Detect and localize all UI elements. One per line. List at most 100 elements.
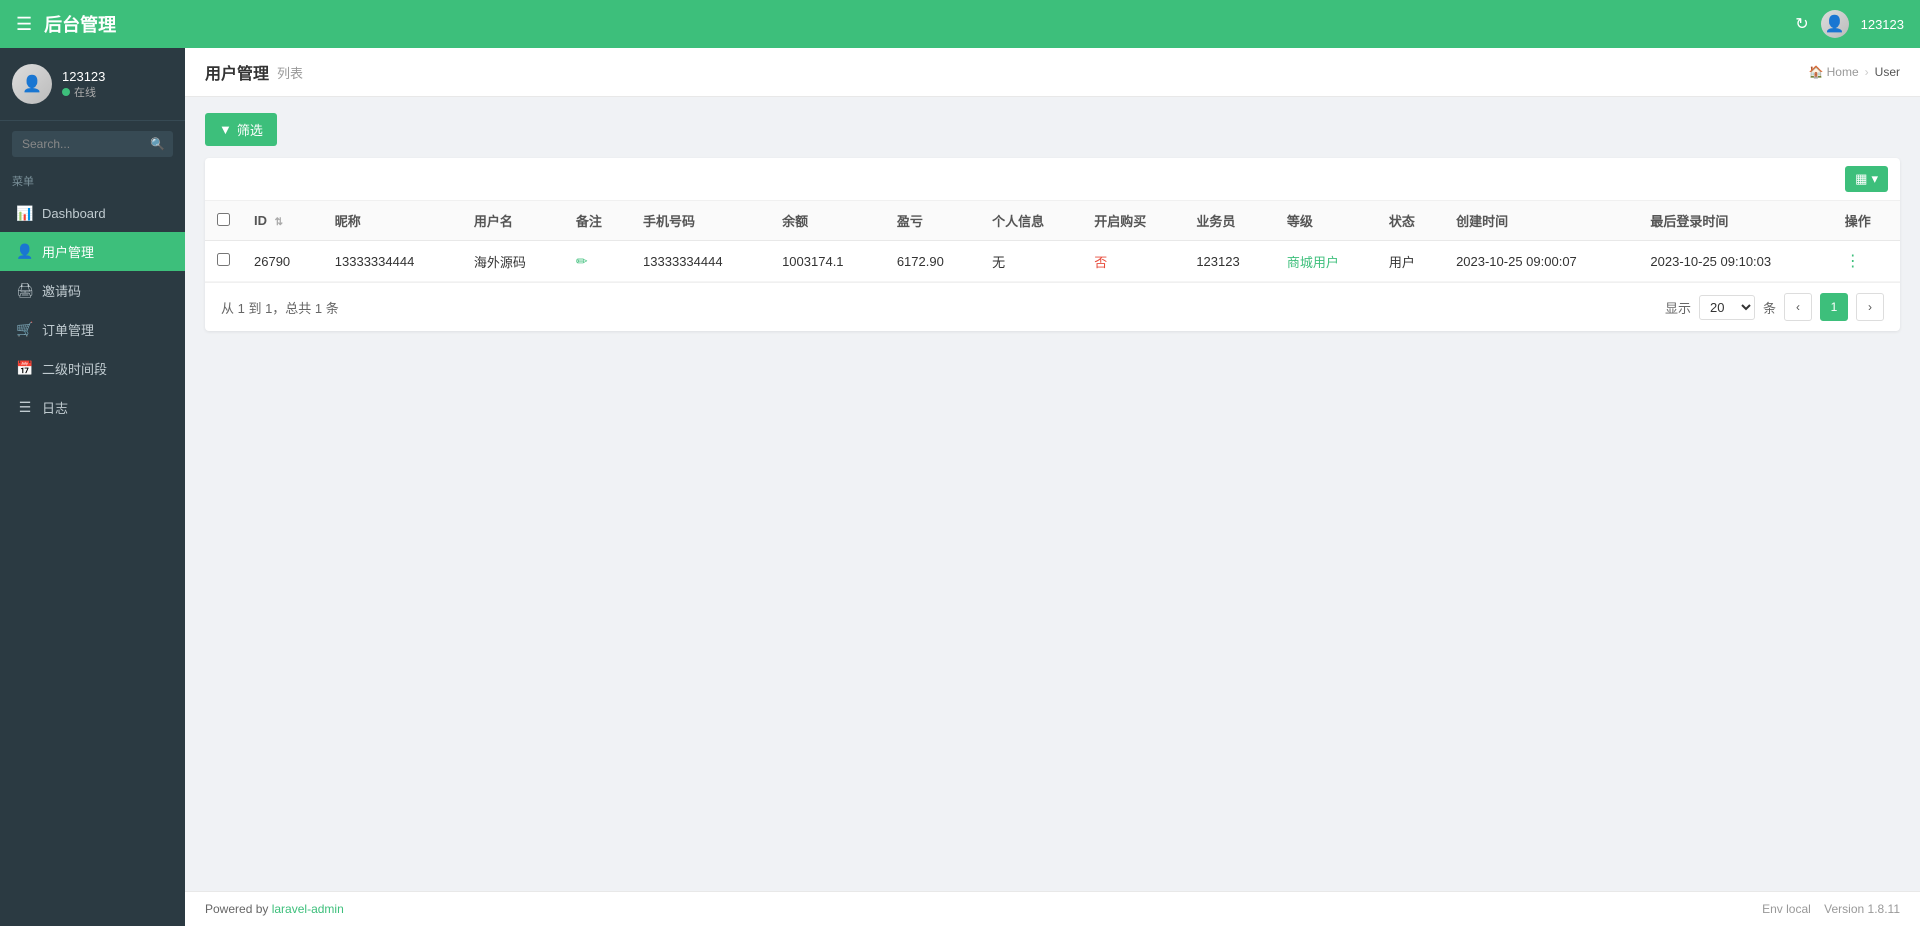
breadcrumb-separator: › bbox=[1865, 65, 1869, 79]
page-title: 用户管理 bbox=[205, 60, 269, 84]
page-size-select[interactable]: 20 50 100 bbox=[1699, 295, 1755, 320]
sidebar-item-label-dashboard: Dashboard bbox=[42, 206, 106, 221]
status-label: 在线 bbox=[74, 84, 96, 100]
cell-salesperson: 123123 bbox=[1184, 241, 1275, 282]
header-checkbox-col bbox=[205, 201, 242, 241]
cell-personal-info: 无 bbox=[980, 241, 1082, 282]
period-icon: 📅 bbox=[16, 360, 34, 377]
app-title: 后台管理 bbox=[44, 11, 116, 37]
main-content: 用户管理 列表 🏠 Home › User ▼ 筛选 bbox=[185, 48, 1920, 926]
sidebar-item-label-period: 二级时间段 bbox=[42, 359, 107, 378]
pagination-right: 显示 20 50 100 条 ‹ 1 › bbox=[1665, 293, 1884, 321]
version-value: 1.8.11 bbox=[1868, 902, 1900, 916]
sort-icon: ⇅ bbox=[275, 217, 283, 228]
row-checkbox[interactable] bbox=[217, 253, 230, 266]
cell-open-purchase: 否 bbox=[1082, 241, 1184, 282]
powered-by-link[interactable]: laravel-admin bbox=[272, 902, 344, 916]
page-subtitle: 列表 bbox=[277, 63, 303, 82]
sidebar-item-invite-code[interactable]: 🖨 邀请码 bbox=[0, 271, 185, 310]
grid-icon: ▦ bbox=[1855, 171, 1867, 187]
sidebar-item-user-management[interactable]: 👤 用户管理 bbox=[0, 232, 185, 271]
prev-page-button[interactable]: ‹ bbox=[1784, 293, 1812, 321]
col-salesperson: 业务员 bbox=[1184, 201, 1275, 241]
order-icon: 🛒 bbox=[16, 321, 34, 338]
cell-note: ✏ bbox=[564, 241, 631, 282]
table-footer: 从 1 到 1，总共 1 条 显示 20 50 100 条 ‹ 1 › bbox=[205, 282, 1900, 331]
cell-balance: 1003174.1 bbox=[770, 241, 885, 282]
data-table: ID ⇅ 昵称 用户名 备注 手机号码 余额 盈亏 个人信息 开启购买 业务员 bbox=[205, 201, 1900, 282]
filter-button[interactable]: ▼ 筛选 bbox=[205, 113, 277, 146]
dashboard-icon: 📊 bbox=[16, 205, 34, 222]
powered-by-text: Powered by bbox=[205, 902, 268, 916]
col-id: ID ⇅ bbox=[242, 201, 323, 241]
sidebar-item-label-invite: 邀请码 bbox=[42, 281, 81, 300]
log-icon: ☰ bbox=[16, 399, 34, 416]
sidebar-item-dashboard[interactable]: 📊 Dashboard bbox=[0, 195, 185, 232]
footer-powered: Powered by laravel-admin bbox=[205, 902, 344, 916]
table-header-row: ID ⇅ 昵称 用户名 备注 手机号码 余额 盈亏 个人信息 开启购买 业务员 bbox=[205, 201, 1900, 241]
sidebar-user-info: 123123 在线 bbox=[62, 69, 105, 100]
hamburger-icon[interactable]: ☰ bbox=[16, 14, 32, 35]
sidebar-item-order-management[interactable]: 🛒 订单管理 bbox=[0, 310, 185, 349]
action-more-icon[interactable]: ⋮ bbox=[1845, 253, 1861, 270]
col-status: 状态 bbox=[1377, 201, 1444, 241]
search-icon: 🔍 bbox=[150, 137, 165, 151]
note-edit-icon[interactable]: ✏ bbox=[576, 253, 588, 269]
row-checkbox-cell bbox=[205, 241, 242, 282]
header-right: ↻ 👤 123123 bbox=[1795, 10, 1904, 38]
level-link[interactable]: 商城用户 bbox=[1287, 255, 1339, 270]
avatar: 👤 bbox=[12, 64, 52, 104]
table-toolbar: ▦ ▾ bbox=[205, 158, 1900, 201]
sidebar-item-logs[interactable]: ☰ 日志 bbox=[0, 388, 185, 427]
top-header: ☰ 后台管理 ↻ 👤 123123 bbox=[0, 0, 1920, 48]
cell-last-login: 2023-10-25 09:10:03 bbox=[1638, 241, 1832, 282]
col-phone: 手机号码 bbox=[631, 201, 770, 241]
breadcrumb-current: User bbox=[1875, 65, 1900, 79]
cell-level: 商城用户 bbox=[1275, 241, 1377, 282]
breadcrumb: 🏠 Home › User bbox=[1809, 65, 1900, 79]
search-input[interactable] bbox=[12, 131, 173, 157]
col-created-at: 创建时间 bbox=[1444, 201, 1638, 241]
status-dot bbox=[62, 88, 70, 96]
user-avatar-top: 👤 bbox=[1821, 10, 1849, 38]
open-purchase-link[interactable]: 否 bbox=[1094, 255, 1107, 270]
cell-created-at: 2023-10-25 09:00:07 bbox=[1444, 241, 1638, 282]
cell-username: 海外源码 bbox=[462, 241, 564, 282]
col-profit: 盈亏 bbox=[885, 201, 980, 241]
sidebar-status: 在线 bbox=[62, 84, 105, 100]
cell-status: 用户 bbox=[1377, 241, 1444, 282]
env-value: local bbox=[1786, 902, 1811, 916]
page-size-label: 显示 bbox=[1665, 298, 1691, 317]
page-1-button[interactable]: 1 bbox=[1820, 293, 1848, 321]
cell-id: 26790 bbox=[242, 241, 323, 282]
filter-bar: ▼ 筛选 bbox=[205, 113, 1900, 146]
cell-phone: 13333334444 bbox=[631, 241, 770, 282]
breadcrumb-home[interactable]: 🏠 Home bbox=[1809, 65, 1859, 79]
sidebar: 👤 123123 在线 🔍 菜单 📊 Dashboard 👤 用户管理 bbox=[0, 48, 185, 926]
select-all-checkbox[interactable] bbox=[217, 213, 230, 226]
sidebar-item-label-logs: 日志 bbox=[42, 398, 68, 417]
env-label: Env bbox=[1762, 902, 1783, 916]
page-header-left: 用户管理 列表 bbox=[205, 60, 303, 84]
invite-icon: 🖨 bbox=[16, 282, 34, 299]
sidebar-item-label-user: 用户管理 bbox=[42, 242, 94, 261]
page-footer: Powered by laravel-admin Env local Versi… bbox=[185, 891, 1920, 926]
sidebar-item-second-period[interactable]: 📅 二级时间段 bbox=[0, 349, 185, 388]
content-area: ▼ 筛选 ▦ ▾ bbox=[185, 97, 1920, 891]
dropdown-icon: ▾ bbox=[1871, 171, 1878, 187]
user-icon: 👤 bbox=[16, 243, 34, 260]
col-balance: 余额 bbox=[770, 201, 885, 241]
next-page-button[interactable]: › bbox=[1856, 293, 1884, 321]
refresh-icon[interactable]: ↻ bbox=[1795, 14, 1808, 34]
sidebar-section-label: 菜单 bbox=[0, 167, 185, 195]
pagination-info: 从 1 到 1，总共 1 条 bbox=[221, 298, 339, 317]
sidebar-search-area: 🔍 bbox=[0, 121, 185, 167]
col-nickname: 昵称 bbox=[323, 201, 462, 241]
search-wrapper: 🔍 bbox=[12, 131, 173, 157]
page-header: 用户管理 列表 🏠 Home › User bbox=[185, 48, 1920, 97]
col-last-login: 最后登录时间 bbox=[1638, 201, 1832, 241]
breadcrumb-home-label: Home bbox=[1827, 65, 1859, 79]
col-action: 操作 bbox=[1833, 201, 1900, 241]
table-view-button[interactable]: ▦ ▾ bbox=[1845, 166, 1888, 192]
filter-icon: ▼ bbox=[219, 122, 232, 137]
